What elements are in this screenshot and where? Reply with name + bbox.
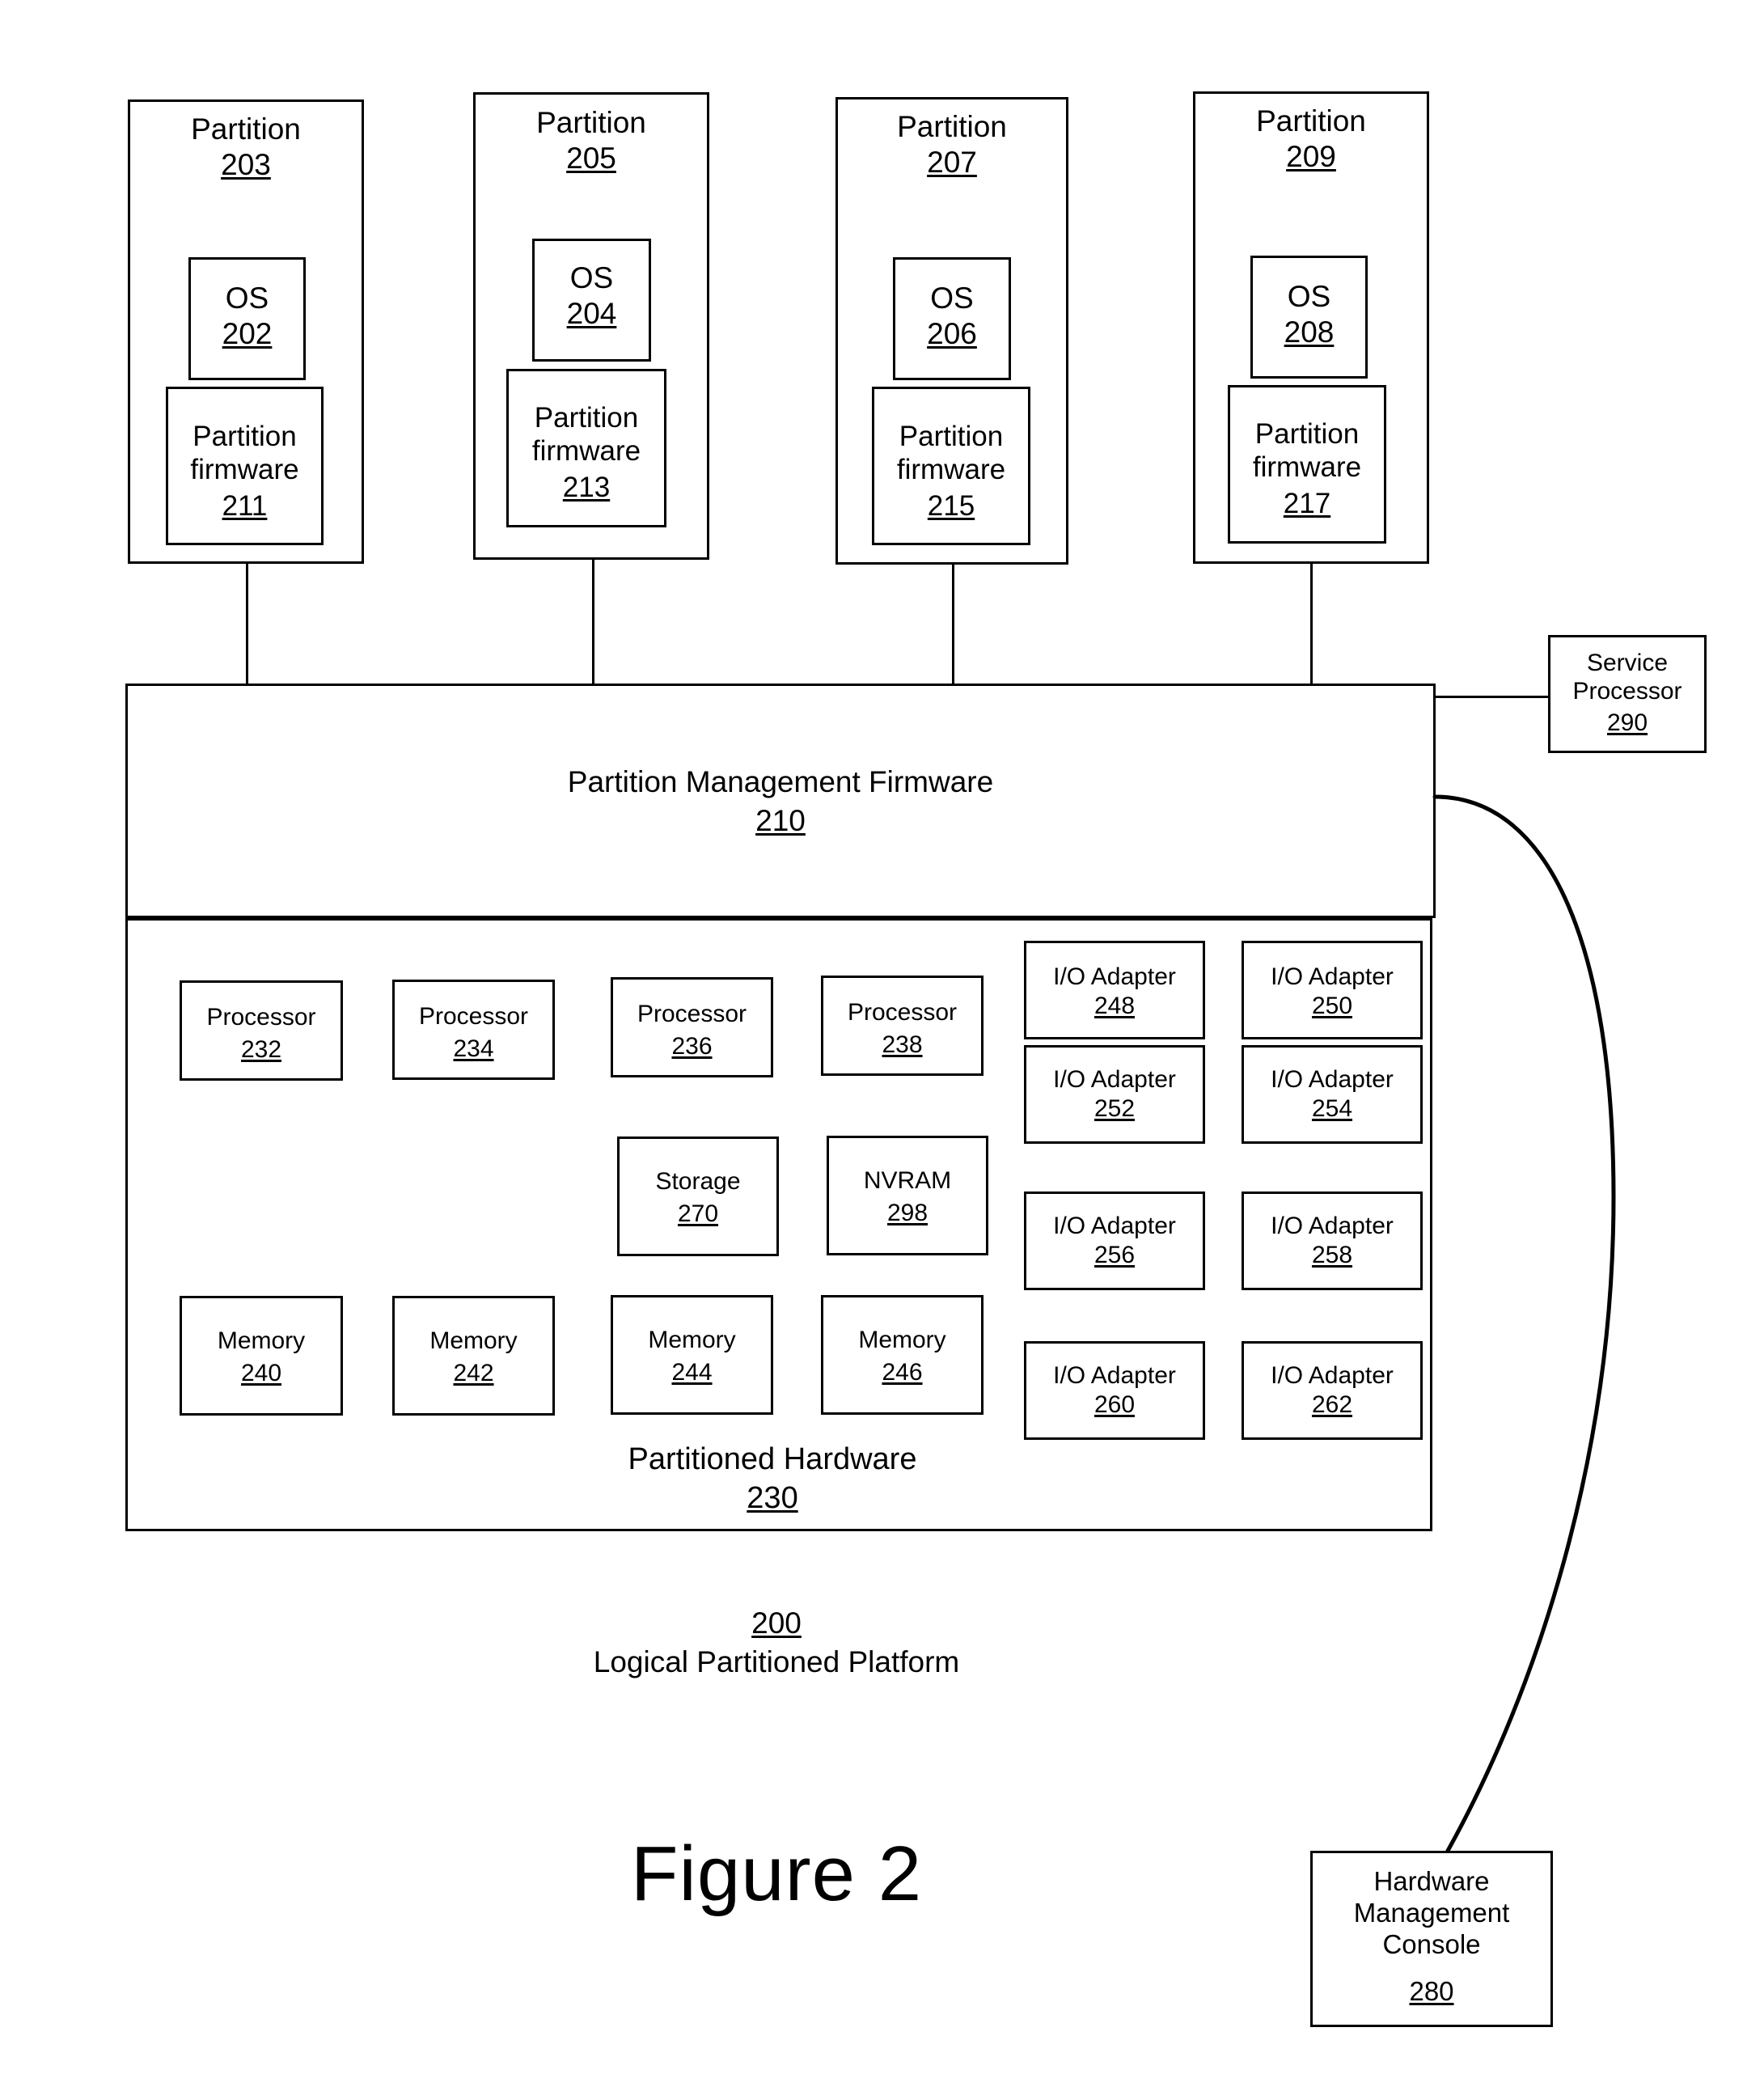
partition-management-firmware-title: Partition Management Firmware	[567, 765, 994, 798]
memory-box-242	[392, 1296, 555, 1416]
nvram-ref-298: 298	[886, 1200, 929, 1226]
memory-box-240	[180, 1296, 343, 1416]
memory-ref-242: 242	[453, 1360, 494, 1386]
partitioned-hardware-ref: 230	[747, 1481, 798, 1515]
service-processor-title: Service Processor	[1572, 650, 1682, 705]
partition-title-209: Partition	[1256, 104, 1366, 138]
connector-partition-203-to-firmware	[246, 564, 248, 684]
partition-ref-205: 205	[566, 142, 616, 175]
partition-title-203: Partition	[191, 112, 301, 146]
io-adapter-title-256: I/O Adapter	[1053, 1213, 1176, 1239]
platform-ref-200: 200	[751, 1606, 802, 1640]
io-adapter-title-252: I/O Adapter	[1053, 1066, 1176, 1093]
partition-ref-209: 209	[1286, 140, 1336, 173]
os-title-208: OS	[1287, 280, 1331, 313]
storage-ref-270: 270	[677, 1200, 719, 1227]
os-ref-204: 204	[566, 297, 617, 330]
memory-title-244: Memory	[648, 1327, 736, 1353]
memory-ref-240: 240	[240, 1360, 282, 1386]
io-adapter-title-262: I/O Adapter	[1271, 1362, 1394, 1389]
io-adapter-ref-252: 252	[1094, 1095, 1136, 1122]
processor-ref-236: 236	[671, 1033, 713, 1060]
memory-title-240: Memory	[217, 1327, 306, 1354]
memory-ref-244: 244	[671, 1359, 713, 1386]
partition-firmware-ref-215: 215	[927, 490, 975, 522]
connector-partition-209-to-firmware	[1310, 564, 1313, 684]
memory-ref-246: 246	[882, 1359, 923, 1386]
io-adapter-ref-250: 250	[1311, 993, 1353, 1019]
os-title-202: OS	[225, 281, 269, 315]
io-adapter-ref-262: 262	[1311, 1391, 1353, 1418]
partition-firmware-ref-213: 213	[562, 472, 611, 503]
storage-title-270: Storage	[655, 1168, 741, 1195]
io-adapter-title-248: I/O Adapter	[1053, 963, 1176, 990]
io-adapter-ref-254: 254	[1311, 1095, 1353, 1122]
connector-firmware-to-service-processor	[1433, 696, 1550, 698]
io-adapter-title-254: I/O Adapter	[1271, 1066, 1394, 1093]
connector-partition-207-to-firmware	[952, 565, 954, 684]
partition-firmware-title-211: Partition firmware	[190, 421, 299, 486]
storage-box-270	[617, 1137, 779, 1256]
partition-management-firmware-box	[125, 684, 1436, 918]
io-adapter-title-250: I/O Adapter	[1271, 963, 1394, 990]
partition-firmware-ref-211: 211	[222, 490, 268, 522]
processor-ref-232: 232	[240, 1036, 282, 1063]
processor-title-232: Processor	[206, 1004, 316, 1031]
figure-canvas: Partition 203 OS 202 Partition firmware …	[0, 0, 1764, 2091]
io-adapter-ref-258: 258	[1311, 1242, 1353, 1268]
partition-ref-203: 203	[221, 148, 271, 181]
partition-firmware-title-213: Partition firmware	[531, 402, 641, 468]
os-ref-208: 208	[1284, 315, 1335, 349]
io-adapter-title-260: I/O Adapter	[1053, 1362, 1176, 1389]
processor-title-236: Processor	[637, 1001, 747, 1027]
service-processor-ref: 290	[1606, 709, 1648, 736]
platform-label-200: Logical Partitioned Platform	[593, 1645, 960, 1678]
partitioned-hardware-title: Partitioned Hardware	[628, 1442, 917, 1476]
partition-firmware-ref-217: 217	[1283, 488, 1331, 519]
partition-title-207: Partition	[897, 110, 1007, 143]
os-title-204: OS	[569, 261, 614, 294]
processor-ref-238: 238	[882, 1031, 923, 1058]
os-title-206: OS	[930, 281, 974, 315]
processor-ref-234: 234	[453, 1035, 494, 1062]
memory-box-246	[821, 1295, 984, 1415]
processor-title-234: Processor	[418, 1003, 529, 1030]
memory-title-242: Memory	[429, 1327, 518, 1354]
os-ref-206: 206	[927, 317, 977, 350]
io-adapter-title-258: I/O Adapter	[1271, 1213, 1394, 1239]
partition-firmware-title-215: Partition firmware	[896, 421, 1006, 486]
hardware-management-console-ref: 280	[1409, 1976, 1454, 2006]
hardware-management-console-title: Hardware Management Console	[1353, 1866, 1510, 1959]
nvram-box-298	[827, 1136, 988, 1255]
memory-box-244	[611, 1295, 773, 1415]
io-adapter-ref-248: 248	[1094, 993, 1136, 1019]
io-adapter-ref-260: 260	[1094, 1391, 1136, 1418]
partition-ref-207: 207	[927, 146, 977, 179]
nvram-title-298: NVRAM	[863, 1167, 952, 1194]
io-adapter-ref-256: 256	[1094, 1242, 1136, 1268]
processor-title-238: Processor	[847, 999, 958, 1026]
connector-partition-205-to-firmware	[592, 560, 594, 684]
partition-management-firmware-ref: 210	[755, 804, 806, 837]
partition-title-205: Partition	[536, 106, 646, 139]
os-ref-202: 202	[222, 317, 273, 350]
memory-title-246: Memory	[858, 1327, 946, 1353]
partition-firmware-title-217: Partition firmware	[1252, 418, 1362, 484]
figure-caption: Figure 2	[630, 1831, 923, 1917]
